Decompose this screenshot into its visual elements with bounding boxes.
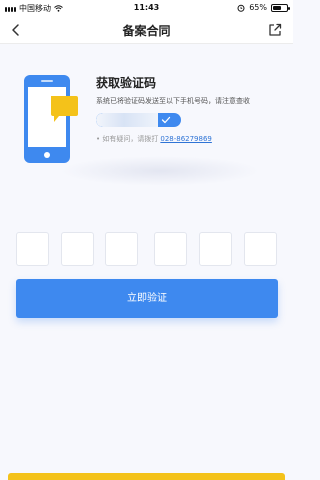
battery-percent: 65% bbox=[249, 3, 267, 12]
code-digit-4[interactable] bbox=[154, 232, 187, 266]
battery-fill bbox=[273, 5, 282, 10]
code-digit-3[interactable] bbox=[105, 232, 138, 266]
code-digit-6[interactable] bbox=[244, 232, 277, 266]
alarm-icon bbox=[237, 4, 245, 12]
phone-message-icon bbox=[24, 75, 78, 163]
battery-icon bbox=[271, 3, 290, 12]
hotline-number-link[interactable]: 028-86279869 bbox=[160, 135, 212, 143]
code-digit-5[interactable] bbox=[199, 232, 232, 266]
masked-phone-number bbox=[96, 113, 158, 127]
verification-heading: 获取验证码 bbox=[96, 76, 157, 90]
code-input-row bbox=[16, 232, 278, 266]
hotline-text: • 如有疑问，请拨打 028-86279869 bbox=[96, 134, 212, 144]
status-bar: 中国移动 11:43 65% bbox=[0, 0, 293, 16]
status-right: 65% bbox=[237, 3, 290, 12]
verify-button[interactable]: 立即验证 bbox=[16, 279, 278, 318]
code-digit-1[interactable] bbox=[16, 232, 49, 266]
masked-phone-badge bbox=[96, 113, 181, 127]
share-icon[interactable] bbox=[268, 23, 282, 37]
hotline-prefix: • 如有疑问，请拨打 bbox=[96, 135, 159, 143]
code-digit-2[interactable] bbox=[61, 232, 94, 266]
hero-shadow bbox=[60, 156, 260, 186]
bottom-action-bar[interactable] bbox=[8, 473, 285, 480]
nav-bar: 备案合同 bbox=[0, 16, 293, 44]
check-icon bbox=[161, 116, 171, 124]
verification-description: 系统已将验证码发送至以下手机号码，请注意查收 bbox=[96, 97, 250, 105]
verification-hero bbox=[0, 44, 293, 214]
page-title: 备案合同 bbox=[122, 24, 171, 38]
